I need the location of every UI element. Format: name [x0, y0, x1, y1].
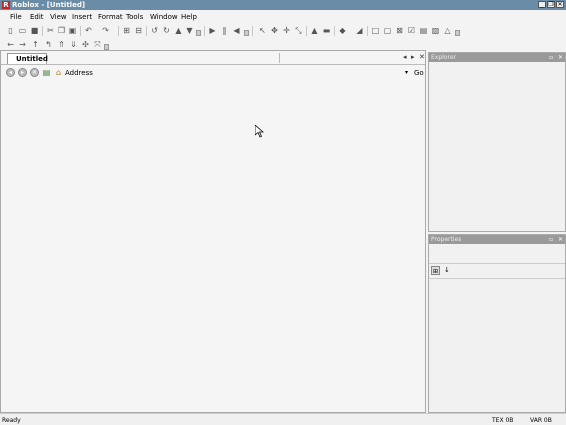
cut-icon[interactable]: ✂ [46, 26, 55, 35]
roblox-logo-icon: R [2, 1, 10, 9]
hinge-icon[interactable]: ▤ [419, 26, 428, 35]
minimize-icon[interactable]: _ [538, 1, 546, 8]
page-icon[interactable]: ▤ [42, 68, 51, 77]
properties-title: Properties [431, 236, 462, 243]
menu-format[interactable]: Format [98, 13, 123, 21]
explorer-header: Explorer ▫ ✕ [429, 53, 565, 62]
stop-icon[interactable]: ◀ [232, 26, 241, 35]
play-icon[interactable]: ▶ [208, 26, 217, 35]
resize-icon[interactable]: ✛ [282, 26, 291, 35]
move-icon[interactable]: ✥ [270, 26, 279, 35]
close-icon[interactable]: ✕ [556, 1, 564, 8]
redo-icon[interactable]: ↷ [101, 26, 110, 35]
explorer-pin-icon[interactable]: ▫ [549, 53, 553, 62]
properties-pin-icon[interactable]: ▫ [549, 235, 553, 244]
forward-circle-icon[interactable]: ▸ [18, 68, 27, 77]
pause-icon[interactable]: ‖ [220, 26, 229, 35]
zoom-extents-icon[interactable]: ⤧ [93, 40, 102, 49]
rotate-left-icon[interactable]: ↺ [150, 26, 159, 35]
properties-info-area [429, 245, 565, 264]
group-icon[interactable]: ⊞ [122, 26, 131, 35]
save-icon[interactable]: ■ [30, 26, 39, 35]
tilt-up-icon[interactable]: ▲ [174, 26, 183, 35]
select-icon[interactable]: ↖ [258, 26, 267, 35]
frame-icon[interactable]: □ [371, 26, 380, 35]
status-var: VAR 0B [530, 417, 552, 424]
title-bar: R Roblox - [Untitled] _ ❐ ✕ [0, 0, 566, 10]
fill-icon[interactable]: ◢ [355, 26, 364, 35]
tab-close-icon[interactable]: ✕ [419, 53, 425, 61]
weld-icon[interactable]: ☑ [407, 26, 416, 35]
status-bar: Ready TEX 0B VAR 0B [0, 413, 566, 425]
menu-window[interactable]: Window [150, 13, 178, 21]
tab-scroll-left-icon[interactable]: ◂ [403, 53, 407, 61]
stop-circle-icon[interactable]: ✕ [30, 68, 39, 77]
menu-edit[interactable]: Edit [30, 13, 44, 21]
restore-icon[interactable]: ❐ [547, 1, 555, 8]
tab-untitled[interactable]: Untitled [7, 53, 48, 64]
forward-arrow-icon[interactable]: → [18, 40, 27, 49]
window-title: Roblox - [Untitled] [12, 1, 86, 9]
motor-icon[interactable]: ▧ [431, 26, 440, 35]
surface-icon[interactable]: ▢ [383, 26, 392, 35]
tilt-down-icon[interactable]: ▼ [185, 26, 194, 35]
scale-icon[interactable]: ⤡ [294, 26, 303, 35]
properties-panel: Properties ▫ ✕ ⊞ ↓ [428, 234, 566, 413]
document-area[interactable]: Untitled ◂ ▸ ✕ ◂ ▸ ✕ ▤ ⌂ Address ▾ Go [0, 50, 426, 413]
go-button[interactable]: Go [414, 69, 424, 77]
address-label: Address [65, 69, 93, 77]
lock-icon[interactable]: ▲ [310, 26, 319, 35]
menu-insert[interactable]: Insert [72, 13, 92, 21]
copy-icon[interactable]: ❐ [57, 26, 66, 35]
new-file-icon[interactable]: ▯ [6, 26, 15, 35]
menu-bar: File Edit View Insert Format Tools Windo… [0, 11, 566, 23]
status-tex: TEX 0B [492, 417, 514, 424]
down-arrow-icon[interactable]: ⇓ [69, 40, 78, 49]
menu-tools[interactable]: Tools [126, 13, 143, 21]
ungroup-icon[interactable]: ⊟ [134, 26, 143, 35]
explorer-panel: Explorer ▫ ✕ [428, 52, 566, 232]
explorer-title: Explorer [431, 54, 456, 61]
zoom-in-icon[interactable]: ✣ [81, 40, 90, 49]
mouse-cursor-icon [255, 125, 264, 138]
undo-icon[interactable]: ↶ [84, 26, 93, 35]
tab-strip: Untitled ◂ ▸ ✕ [1, 51, 425, 65]
sort-alpha-icon[interactable]: ↓ [444, 266, 450, 275]
anchor-icon[interactable]: ▬ [322, 26, 331, 35]
open-folder-icon[interactable]: ▭ [18, 26, 27, 35]
categorized-icon[interactable]: ⊞ [431, 266, 440, 275]
paint-icon[interactable]: ◆ [338, 26, 347, 35]
up-arrow-icon[interactable]: ↑ [31, 40, 40, 49]
tab-scroll-right-icon[interactable]: ▸ [411, 53, 415, 61]
properties-header: Properties ▫ ✕ [429, 235, 565, 244]
climb-icon[interactable]: ⇑ [57, 40, 66, 49]
turn-left-icon[interactable]: ↰ [44, 40, 53, 49]
main-toolbar: ▯ ▭ ■ ✂ ❐ ▣ ↶ ↷ ⊞ ⊟ ↺ ↻ ▲ ▼ ▶ ‖ ◀ ↖ ✥ ✛ … [0, 24, 566, 38]
status-ready: Ready [2, 417, 21, 424]
properties-grid[interactable] [429, 278, 565, 413]
address-bar: ◂ ▸ ✕ ▤ ⌂ Address ▾ Go [1, 65, 425, 79]
paste-icon[interactable]: ▣ [68, 26, 77, 35]
menu-view[interactable]: View [50, 13, 67, 21]
menu-file[interactable]: File [10, 13, 22, 21]
back-arrow-icon[interactable]: ← [6, 40, 15, 49]
back-circle-icon[interactable]: ◂ [6, 68, 15, 77]
explorer-close-icon[interactable]: ✕ [558, 53, 563, 62]
glue-icon[interactable]: ⊠ [395, 26, 404, 35]
rotate-right-icon[interactable]: ↻ [162, 26, 171, 35]
address-dropdown-icon[interactable]: ▾ [405, 69, 408, 76]
properties-close-icon[interactable]: ✕ [558, 235, 563, 244]
spring-icon[interactable]: △ [443, 26, 452, 35]
home-icon[interactable]: ⌂ [54, 68, 63, 77]
menu-help[interactable]: Help [181, 13, 197, 21]
